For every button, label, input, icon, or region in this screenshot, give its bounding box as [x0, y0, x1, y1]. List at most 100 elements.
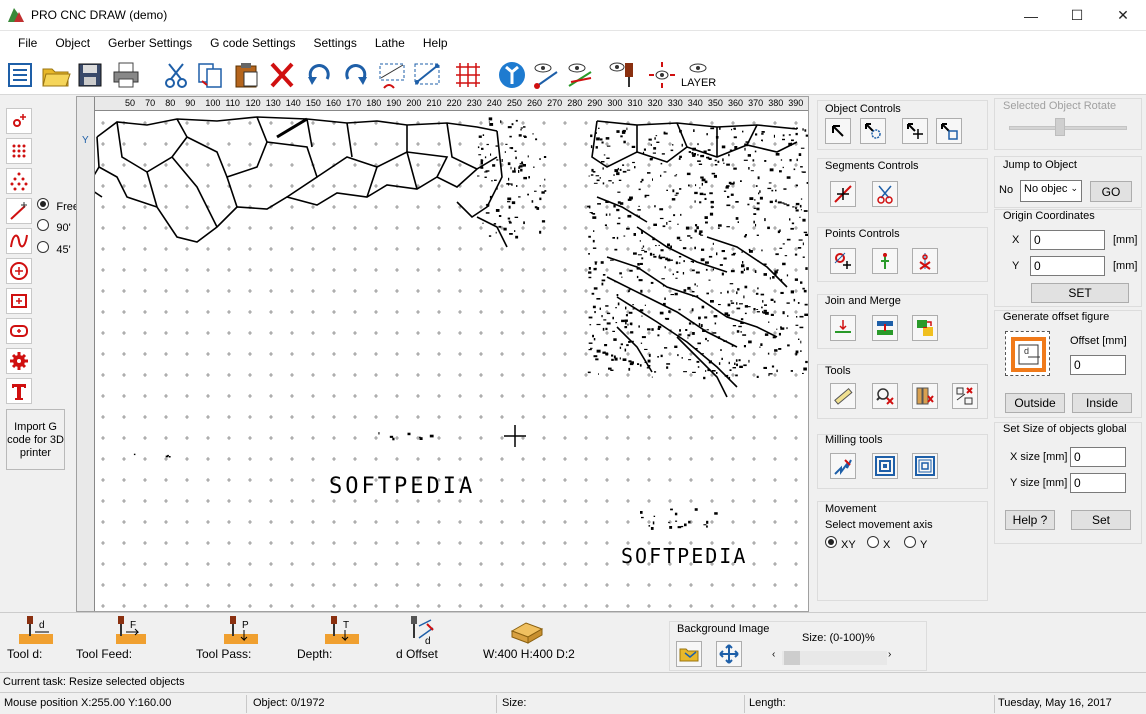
offset-outside-button[interactable]: Outside [1005, 393, 1065, 413]
select-group-button[interactable] [860, 118, 886, 144]
axis-y-radio[interactable] [904, 536, 916, 548]
origin-x-input[interactable] [1030, 230, 1105, 250]
minimize-button[interactable]: — [1008, 0, 1054, 31]
menu-gerber-settings[interactable]: Gerber Settings [99, 31, 201, 55]
new-list-button[interactable] [4, 59, 36, 91]
draw-rectangle-tool[interactable] [6, 288, 32, 314]
material-size-icon[interactable] [510, 617, 544, 645]
size-x-input[interactable] [1070, 447, 1126, 467]
resize-object-button[interactable] [936, 118, 962, 144]
draw-point-tool[interactable] [6, 108, 32, 134]
delete-columns-tool-button[interactable] [912, 383, 938, 409]
load-background-button[interactable] [676, 641, 702, 667]
milling-path-button[interactable] [830, 453, 856, 479]
import-gcode-3d-button[interactable]: Import G code for 3D printer [6, 409, 65, 470]
offset-figure-button[interactable]: d [1005, 331, 1050, 376]
paste-button[interactable] [230, 59, 262, 91]
delete-button[interactable] [266, 59, 298, 91]
view-move-button[interactable] [646, 59, 678, 91]
move-object-button[interactable] [902, 118, 928, 144]
zoom-delete-tool-button[interactable] [872, 383, 898, 409]
size-set-button[interactable]: Set [1071, 510, 1131, 530]
menu-settings[interactable]: Settings [304, 31, 365, 55]
size-help-button[interactable]: Help ? [1005, 510, 1055, 530]
ruler-tick-label: 360 [728, 98, 744, 108]
d-offset-icon[interactable]: d [405, 616, 439, 647]
cut-segment-button[interactable] [872, 181, 898, 207]
layer-eye-button[interactable] [683, 59, 713, 77]
print-button[interactable] [110, 59, 142, 91]
copy-button[interactable] [194, 59, 226, 91]
combine-objects-button[interactable] [912, 315, 938, 341]
draw-rounded-rect-tool[interactable] [6, 318, 32, 344]
redo-button[interactable] [340, 59, 372, 91]
join-points-button[interactable] [830, 315, 856, 341]
origin-y-input[interactable] [1030, 256, 1105, 276]
drawing-canvas[interactable]: SOFTPEDIA SOFTPEDIA 50 70 80 90 100 110 120 130… [76, 96, 809, 612]
select-region-button[interactable] [376, 59, 408, 91]
axis-xy-option[interactable]: XY [825, 536, 856, 551]
draw-gear-tool[interactable] [6, 348, 32, 374]
tool-diameter-icon[interactable]: d [19, 616, 53, 646]
add-point-button[interactable] [830, 248, 856, 274]
menu-file[interactable]: File [9, 31, 46, 55]
depth-icon[interactable]: T [325, 616, 359, 646]
angle-free-option[interactable]: Free [37, 198, 79, 213]
axis-y-option[interactable]: Y [904, 536, 927, 551]
menu-object[interactable]: Object [46, 31, 99, 55]
offset-inside-button[interactable]: Inside [1072, 393, 1132, 413]
draw-line-tool[interactable] [6, 198, 32, 224]
delete-small-tool-button[interactable] [952, 383, 978, 409]
axis-xy-radio[interactable] [825, 536, 837, 548]
direction-button[interactable] [496, 59, 528, 91]
close-button[interactable]: ✕ [1100, 0, 1146, 31]
tool-pass-icon[interactable]: P [224, 616, 258, 646]
tool-feed-icon[interactable]: F [112, 616, 146, 646]
offset-input[interactable] [1070, 355, 1126, 375]
cut-button[interactable] [160, 59, 192, 91]
select-object-button[interactable] [825, 118, 851, 144]
menu-gcode-settings[interactable]: G code Settings [201, 31, 304, 55]
menu-lathe[interactable]: Lathe [366, 31, 414, 55]
view-milling-button[interactable] [606, 59, 638, 91]
delete-point-button[interactable] [912, 248, 938, 274]
merge-objects-button[interactable] [872, 315, 898, 341]
go-button[interactable]: GO [1090, 181, 1132, 202]
move-background-button[interactable] [716, 641, 742, 667]
angle-45-option[interactable]: 45' [37, 241, 71, 256]
slider-left-arrow-icon[interactable]: ‹ [772, 649, 775, 660]
add-segment-button[interactable] [830, 181, 856, 207]
slider-right-arrow-icon[interactable]: › [888, 649, 891, 660]
angle-45-radio[interactable] [37, 241, 49, 253]
maximize-button[interactable]: ☐ [1054, 0, 1100, 31]
angle-free-radio[interactable] [37, 198, 49, 210]
angle-90-radio[interactable] [37, 219, 49, 231]
view-toolpath-button[interactable] [564, 59, 596, 91]
draw-circle-tool[interactable] [6, 258, 32, 284]
bg-size-slider-thumb[interactable] [784, 651, 800, 665]
jump-object-select[interactable]: No objec ⌄ [1020, 180, 1082, 202]
origin-set-button[interactable]: SET [1031, 283, 1129, 303]
insert-point-button[interactable] [872, 248, 898, 274]
points-triangle-tool[interactable] [6, 168, 32, 194]
rotate-slider-thumb[interactable] [1055, 118, 1065, 136]
contour-milling-button[interactable] [912, 453, 938, 479]
pocket-milling-button[interactable] [872, 453, 898, 479]
points-grid-tool[interactable] [6, 138, 32, 164]
measure-tool-button[interactable] [830, 383, 856, 409]
undo-button[interactable] [303, 59, 335, 91]
save-button[interactable] [74, 59, 106, 91]
axis-x-option[interactable]: X [867, 536, 890, 551]
grid-button[interactable] [452, 59, 484, 91]
axis-x-radio[interactable] [867, 536, 879, 548]
draw-curve-tool[interactable] [6, 228, 32, 254]
angle-90-option[interactable]: 90' [37, 219, 71, 234]
draw-text-tool[interactable] [6, 378, 32, 404]
open-button[interactable] [40, 59, 72, 91]
view-path-button[interactable] [530, 59, 562, 91]
layer-label[interactable]: LAYER [681, 77, 716, 89]
rotate-slider-track[interactable] [1009, 126, 1127, 130]
node-edit-button[interactable] [411, 59, 443, 91]
size-y-input[interactable] [1070, 473, 1126, 493]
menu-help[interactable]: Help [414, 31, 457, 55]
